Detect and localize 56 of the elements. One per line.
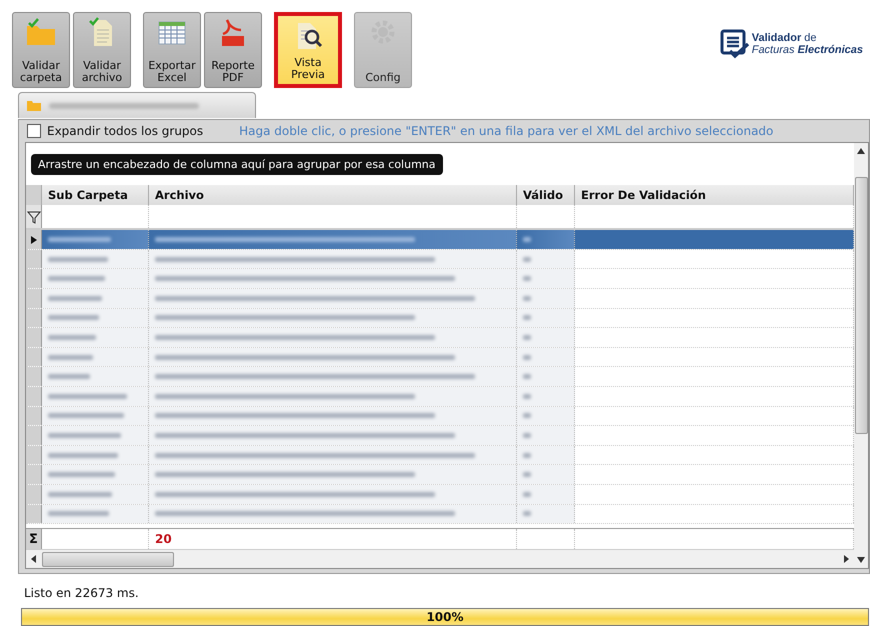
blurred-text	[523, 354, 531, 360]
blurred-text	[48, 492, 112, 497]
blurred-text	[523, 394, 531, 399]
filter-icon[interactable]	[26, 210, 40, 224]
blurred-text	[48, 511, 109, 516]
status-text: Listo en 22673 ms.	[23, 585, 140, 602]
blurred-text	[523, 511, 531, 516]
scroll-up-icon[interactable]	[856, 147, 866, 156]
blurred-text	[523, 374, 531, 380]
scroll-right-icon[interactable]	[842, 554, 850, 564]
blurred-text	[523, 276, 531, 282]
blurred-text	[48, 472, 115, 478]
hint-text: Haga doble clic, o presione "ENTER" en una fila para ver el XML del archivo seleccionado	[239, 124, 774, 138]
blurred-text	[48, 452, 118, 458]
checklist-icon	[720, 29, 750, 59]
horizontal-scrollbar[interactable]	[26, 549, 854, 568]
folder-icon	[25, 16, 57, 48]
folder-icon	[27, 100, 41, 112]
blurred-text	[48, 276, 105, 282]
blurred-text	[48, 374, 90, 380]
toolbar-button[interactable]: Reporte PDF	[204, 12, 262, 88]
scroll-left-icon[interactable]	[30, 554, 38, 564]
app-logo: Validador de Facturas Electrónicas	[720, 26, 863, 62]
sum-symbol: Σ	[26, 529, 42, 550]
blurred-text	[523, 413, 531, 418]
toolbar-button[interactable]: Validar archivo	[73, 12, 131, 88]
toolbar-button[interactable]: Vista Previa	[274, 12, 342, 88]
blurred-text	[48, 335, 96, 340]
blurred-text	[523, 296, 531, 301]
blurred-text	[523, 256, 531, 262]
blurred-text	[523, 492, 531, 497]
vertical-scrollbar[interactable]	[854, 143, 868, 568]
blurred-text	[48, 296, 102, 301]
blurred-text	[523, 472, 531, 478]
toolbar-button[interactable]: Exportar Excel	[143, 12, 201, 88]
table-row[interactable]	[26, 230, 854, 250]
blurred-text	[48, 256, 108, 262]
blurred-text	[48, 315, 99, 320]
progress-bar: 100%	[21, 608, 869, 626]
blurred-text	[523, 237, 531, 242]
header-corner	[26, 185, 42, 206]
blurred-text	[523, 315, 531, 320]
group-panel-hint: Arrastre un encabezado de columna aquí para agrupar por esa columna	[31, 154, 443, 175]
expand-checkbox[interactable]: Expandir todos los grupos	[27, 124, 204, 138]
blurred-text	[523, 433, 531, 438]
blurred-text	[48, 354, 93, 360]
column-header[interactable]: Sub Carpeta	[42, 185, 149, 206]
column-header[interactable]: Archivo	[149, 185, 517, 206]
blurred-text	[523, 335, 531, 340]
blurred-text	[48, 237, 111, 242]
blurred-text	[523, 452, 531, 458]
column-header[interactable]: Válido	[517, 185, 575, 206]
scroll-down-icon[interactable]	[856, 556, 866, 564]
folder-tab[interactable]	[18, 92, 256, 118]
toolbar-button[interactable]: Validar carpeta	[12, 12, 70, 88]
current-row-icon	[30, 236, 36, 244]
